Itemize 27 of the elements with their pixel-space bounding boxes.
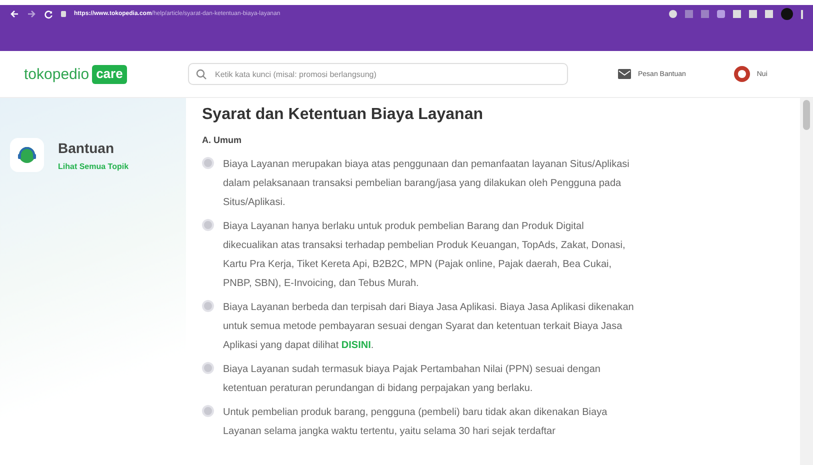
mail-icon[interactable] [618,69,631,79]
search-field[interactable]: Ketik kata kunci (misal: promosi berlangsung) [188,63,568,85]
article-title: Syarat dan Ketentuan Biaya Layanan [202,106,484,124]
reload-icon[interactable] [44,10,53,18]
bullet-icon [202,157,214,169]
sidebar-title: Bantuan [58,140,115,156]
profile-icon[interactable] [781,8,793,20]
bullet-icon [202,362,214,374]
search-icon [196,69,207,80]
disini-link[interactable]: DISINI [341,340,371,351]
all-topics-link[interactable]: Lihat Semua Topik [58,162,129,170]
paragraph-text: Biaya Layanan berbeda dan terpisah dari Biaya Jasa Aplikasi. Biaya Jasa Aplikasi dikenakan untuk semua metode pembayaran sesuai dengan Syarat dan ketentuan terkait Biaya Jasa Aplikasi yang dapat dilihat DISINI. [223,301,635,353]
bullet-icon [202,219,214,231]
paragraph-text: Biaya Layanan sudah termasuk biaya Pajak Pertambahan Nilai (PPN) sesuai dengan ketentuan peraturan perundangan di bidang perpajakan yang berlaku. [223,363,602,396]
logo-text[interactable]: tokopedio [24,66,90,82]
bullet-icon [202,405,214,417]
section-heading: A. Umum [202,135,243,145]
paragraph-text: Biaya Layanan hanya berlaku untuk produk pembelian Barang dan Produk Digital dikecualikan atas transaksi terhadap pembelian Produk Keuangan, TopAds, Zakat, Donasi, Kartu Pra Kerja, Tiket Kereta Api, B2B2C, MPN (Pajak online, Pajak daerah, Bea Cukai, PNBP, SBN), E-Invoicing, dan Tebus Murah. [223,220,626,291]
forward-icon[interactable] [27,10,36,18]
avatar-icon[interactable] [732,65,751,83]
scrollbar[interactable] [800,98,813,465]
paragraph-text: Biaya Layanan merupakan biaya atas penggunaan dan pemanfaatan layanan Situs/Aplikasi dalam pelaksanaan transaksi pembelian barang/jasa yang dilakukan oleh Pengguna pada Situs/Aplikasi. [223,158,630,210]
help-icon [10,138,44,172]
bullet-icon [202,300,214,312]
paragraph-text: Untuk pembelian produk barang, pengguna (pembeli) baru tidak akan dikenakan Biaya Layanan selama jangka waktu tertentu, yaitu selama 30 hari sejak terdaftar [223,406,608,439]
back-icon[interactable] [10,10,19,18]
logo-badge[interactable]: care [92,64,127,84]
